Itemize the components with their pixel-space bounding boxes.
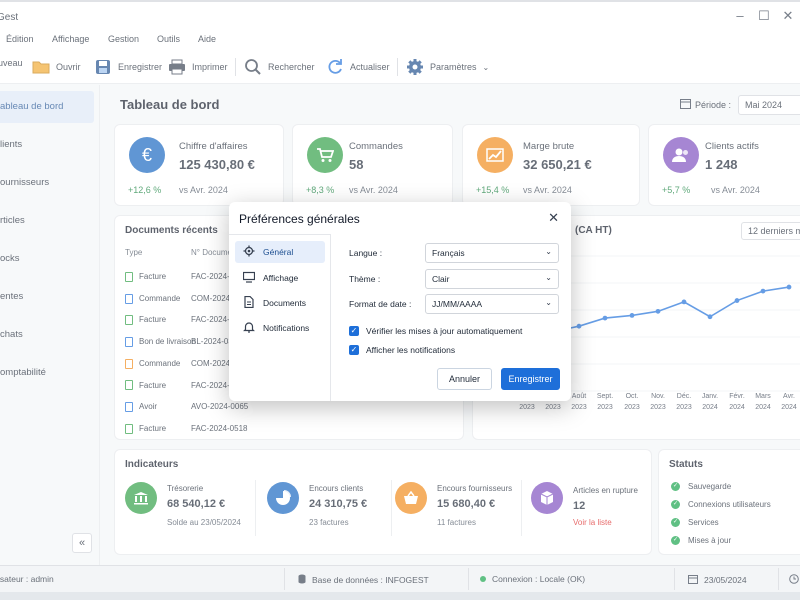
checkbox-checked-icon: ✓ bbox=[349, 326, 359, 336]
theme-value: Clair bbox=[432, 274, 450, 284]
check-updates-label: Vérifier les mises à jour automatiquemen… bbox=[366, 326, 523, 336]
bell-icon bbox=[243, 321, 255, 335]
cancel-button[interactable]: Annuler bbox=[437, 368, 492, 390]
check-updates-checkbox[interactable]: ✓ Vérifier les mises à jour automatiqueme… bbox=[349, 326, 522, 336]
dialog-nav-general[interactable]: Général bbox=[235, 241, 325, 263]
dialog-nav-label: Documents bbox=[263, 298, 306, 308]
dialog-nav-documents[interactable]: Documents bbox=[235, 292, 325, 314]
dialog-nav-label: Notifications bbox=[263, 323, 310, 333]
dialog-nav: Général Affichage Documents Notification… bbox=[229, 234, 331, 401]
theme-select[interactable]: Clair ⌄ bbox=[425, 269, 559, 289]
document-icon bbox=[243, 295, 255, 310]
date-format-value: JJ/MM/AAAA bbox=[432, 299, 483, 309]
save-button[interactable]: Enregistrer bbox=[501, 368, 560, 390]
preferences-dialog: Préférences générales ✕ Général Affichag… bbox=[229, 202, 571, 401]
language-label: Langue : bbox=[349, 248, 383, 258]
dialog-nav-notifications[interactable]: Notifications bbox=[235, 317, 325, 339]
date-format-select[interactable]: JJ/MM/AAAA ⌄ bbox=[425, 294, 559, 314]
chevron-down-icon: ⌄ bbox=[545, 273, 552, 282]
app-window: Gest – ☐ ✕ Édition Affichage Gestion Out… bbox=[0, 0, 800, 600]
chevron-down-icon: ⌄ bbox=[545, 247, 552, 256]
language-select[interactable]: Français ⌄ bbox=[425, 243, 559, 263]
theme-label: Thème : bbox=[349, 274, 381, 284]
gear-icon bbox=[243, 245, 255, 259]
dialog-title: Préférences générales bbox=[239, 212, 360, 226]
language-value: Français bbox=[432, 248, 465, 258]
show-notifications-label: Afficher les notifications bbox=[366, 345, 456, 355]
monitor-icon bbox=[242, 271, 256, 285]
dialog-nav-label: Général bbox=[263, 247, 294, 257]
date-format-label: Format de date : bbox=[349, 299, 412, 309]
checkbox-checked-icon: ✓ bbox=[349, 345, 359, 355]
dialog-nav-affichage[interactable]: Affichage bbox=[235, 267, 325, 289]
show-notifications-checkbox[interactable]: ✓ Afficher les notifications bbox=[349, 345, 455, 355]
dialog-nav-label: Affichage bbox=[263, 273, 299, 283]
chevron-down-icon: ⌄ bbox=[545, 298, 552, 307]
close-icon[interactable]: ✕ bbox=[548, 210, 559, 226]
